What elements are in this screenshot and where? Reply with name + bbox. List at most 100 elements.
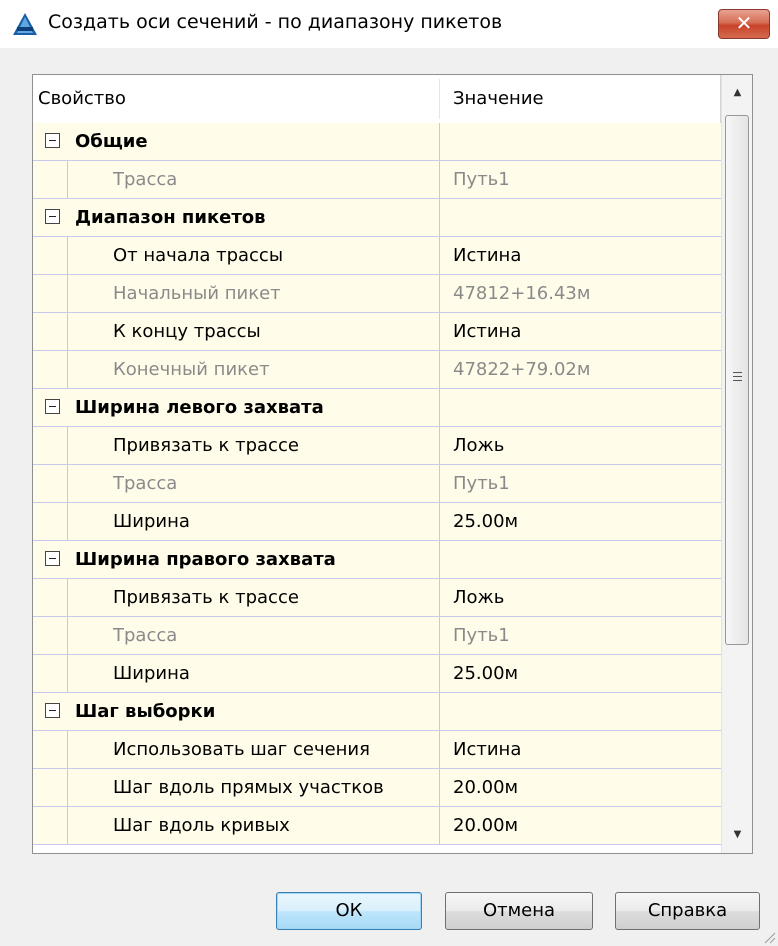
resize-grip-icon[interactable] — [760, 928, 776, 944]
close-button[interactable]: ✕ — [718, 9, 770, 39]
column-divider — [439, 427, 440, 464]
row-gutter — [33, 617, 67, 654]
scroll-down-arrow-icon[interactable]: ▼ — [722, 817, 752, 853]
collapse-toggle-icon[interactable] — [45, 703, 60, 718]
collapse-toggle-icon[interactable] — [45, 399, 60, 414]
collapse-toggle-icon[interactable] — [45, 209, 60, 224]
property-label: Шаг вдоль кривых — [113, 815, 290, 836]
property-value: Путь1 — [453, 169, 510, 190]
property-value: 47822+79.02м — [453, 359, 591, 380]
gutter-divider — [67, 503, 68, 540]
column-header-property[interactable]: Свойство — [38, 75, 438, 123]
gutter-divider — [67, 579, 68, 616]
grid-header: Свойство Значение — [33, 75, 721, 124]
row-gutter — [33, 275, 67, 312]
row-gutter — [33, 465, 67, 502]
property-label: Конечный пикет — [113, 359, 270, 380]
property-label: Трасса — [113, 625, 178, 646]
property-label: Привязать к трассе — [113, 587, 299, 608]
column-divider — [439, 465, 440, 502]
ok-button[interactable]: ОК — [276, 892, 422, 930]
property-row[interactable]: Трасса Путь1 — [33, 617, 721, 655]
column-divider — [439, 199, 440, 236]
column-divider — [439, 807, 440, 844]
gutter-divider — [67, 807, 68, 844]
property-value[interactable]: Истина — [453, 731, 521, 768]
column-divider — [439, 693, 440, 730]
property-row[interactable]: Использовать шаг сечения Истина — [33, 731, 721, 769]
column-divider — [439, 541, 440, 578]
column-divider — [439, 237, 440, 274]
property-label: Ширина — [113, 511, 190, 532]
gutter-divider — [67, 237, 68, 274]
property-row[interactable]: От начала трассы Истина — [33, 237, 721, 275]
row-gutter — [33, 655, 67, 692]
row-gutter — [33, 161, 67, 198]
property-value[interactable]: Ложь — [453, 579, 504, 616]
property-row[interactable]: Ширина 25.00м — [33, 655, 721, 693]
column-divider — [439, 351, 440, 388]
gutter-divider — [67, 731, 68, 768]
gutter-divider — [67, 313, 68, 350]
row-gutter — [33, 237, 67, 274]
property-label: Трасса — [113, 169, 178, 190]
title-bar: Создать оси сечений - по диапазону пикет… — [0, 0, 778, 48]
vertical-scrollbar[interactable]: ▲ ▼ — [721, 75, 752, 853]
property-value[interactable]: Ложь — [453, 427, 504, 464]
gutter-divider — [67, 427, 68, 464]
property-value: 47812+16.43м — [453, 283, 591, 304]
column-divider — [439, 617, 440, 654]
column-divider — [439, 123, 440, 160]
category-row[interactable]: Диапазон пикетов — [33, 199, 721, 237]
category-label: Шаг выборки — [75, 701, 216, 722]
property-row[interactable]: Шаг вдоль прямых участков 20.00м — [33, 769, 721, 807]
gutter-divider — [67, 351, 68, 388]
property-value[interactable]: 20.00м — [453, 807, 518, 844]
category-row[interactable]: Ширина правого захвата — [33, 541, 721, 579]
property-value[interactable]: 20.00м — [453, 769, 518, 806]
collapse-toggle-icon[interactable] — [45, 551, 60, 566]
property-label: Трасса — [113, 473, 178, 494]
help-button[interactable]: Справка — [615, 892, 760, 930]
property-grid: Свойство Значение Общие Трасса Путь1 Диапаз… — [32, 74, 753, 854]
grip-icon — [733, 372, 742, 381]
property-label: От начала трассы — [113, 245, 284, 266]
scroll-up-arrow-icon[interactable]: ▲ — [722, 75, 752, 111]
property-value[interactable]: Истина — [453, 313, 521, 350]
property-row[interactable]: Ширина 25.00м — [33, 503, 721, 541]
property-row[interactable]: К концу трассы Истина — [33, 313, 721, 351]
column-divider — [439, 275, 440, 312]
property-row[interactable]: Трасса Путь1 — [33, 465, 721, 503]
column-header-value[interactable]: Значение — [453, 75, 713, 123]
category-row[interactable]: Шаг выборки — [33, 693, 721, 731]
property-row[interactable]: Трасса Путь1 — [33, 161, 721, 199]
column-divider — [439, 503, 440, 540]
column-divider — [439, 579, 440, 616]
scroll-thumb[interactable] — [725, 115, 749, 645]
cancel-button[interactable]: Отмена — [445, 892, 593, 930]
property-row[interactable]: Начальный пикет 47812+16.43м — [33, 275, 721, 313]
row-gutter — [33, 579, 67, 616]
category-label: Ширина правого захвата — [75, 549, 336, 570]
property-row[interactable]: Шаг вдоль кривых 20.00м — [33, 807, 721, 845]
property-value: Путь1 — [453, 473, 510, 494]
column-divider[interactable] — [439, 79, 440, 119]
property-value[interactable]: Истина — [453, 237, 521, 274]
property-value[interactable]: 25.00м — [453, 655, 518, 692]
gutter-divider — [67, 275, 68, 312]
column-divider — [439, 389, 440, 426]
property-row[interactable]: Привязать к трассе Ложь — [33, 427, 721, 465]
property-label: Начальный пикет — [113, 283, 281, 304]
property-label: К концу трассы — [113, 321, 261, 342]
column-divider — [439, 769, 440, 806]
property-value: Путь1 — [453, 625, 510, 646]
property-label: Ширина — [113, 663, 190, 684]
category-row[interactable]: Ширина левого захвата — [33, 389, 721, 427]
property-value[interactable]: 25.00м — [453, 503, 518, 540]
property-row[interactable]: Конечный пикет 47822+79.02м — [33, 351, 721, 389]
collapse-toggle-icon[interactable] — [45, 133, 60, 148]
category-row[interactable]: Общие — [33, 123, 721, 161]
property-row[interactable]: Привязать к трассе Ложь — [33, 579, 721, 617]
row-gutter — [33, 427, 67, 464]
gutter-divider — [67, 161, 68, 198]
